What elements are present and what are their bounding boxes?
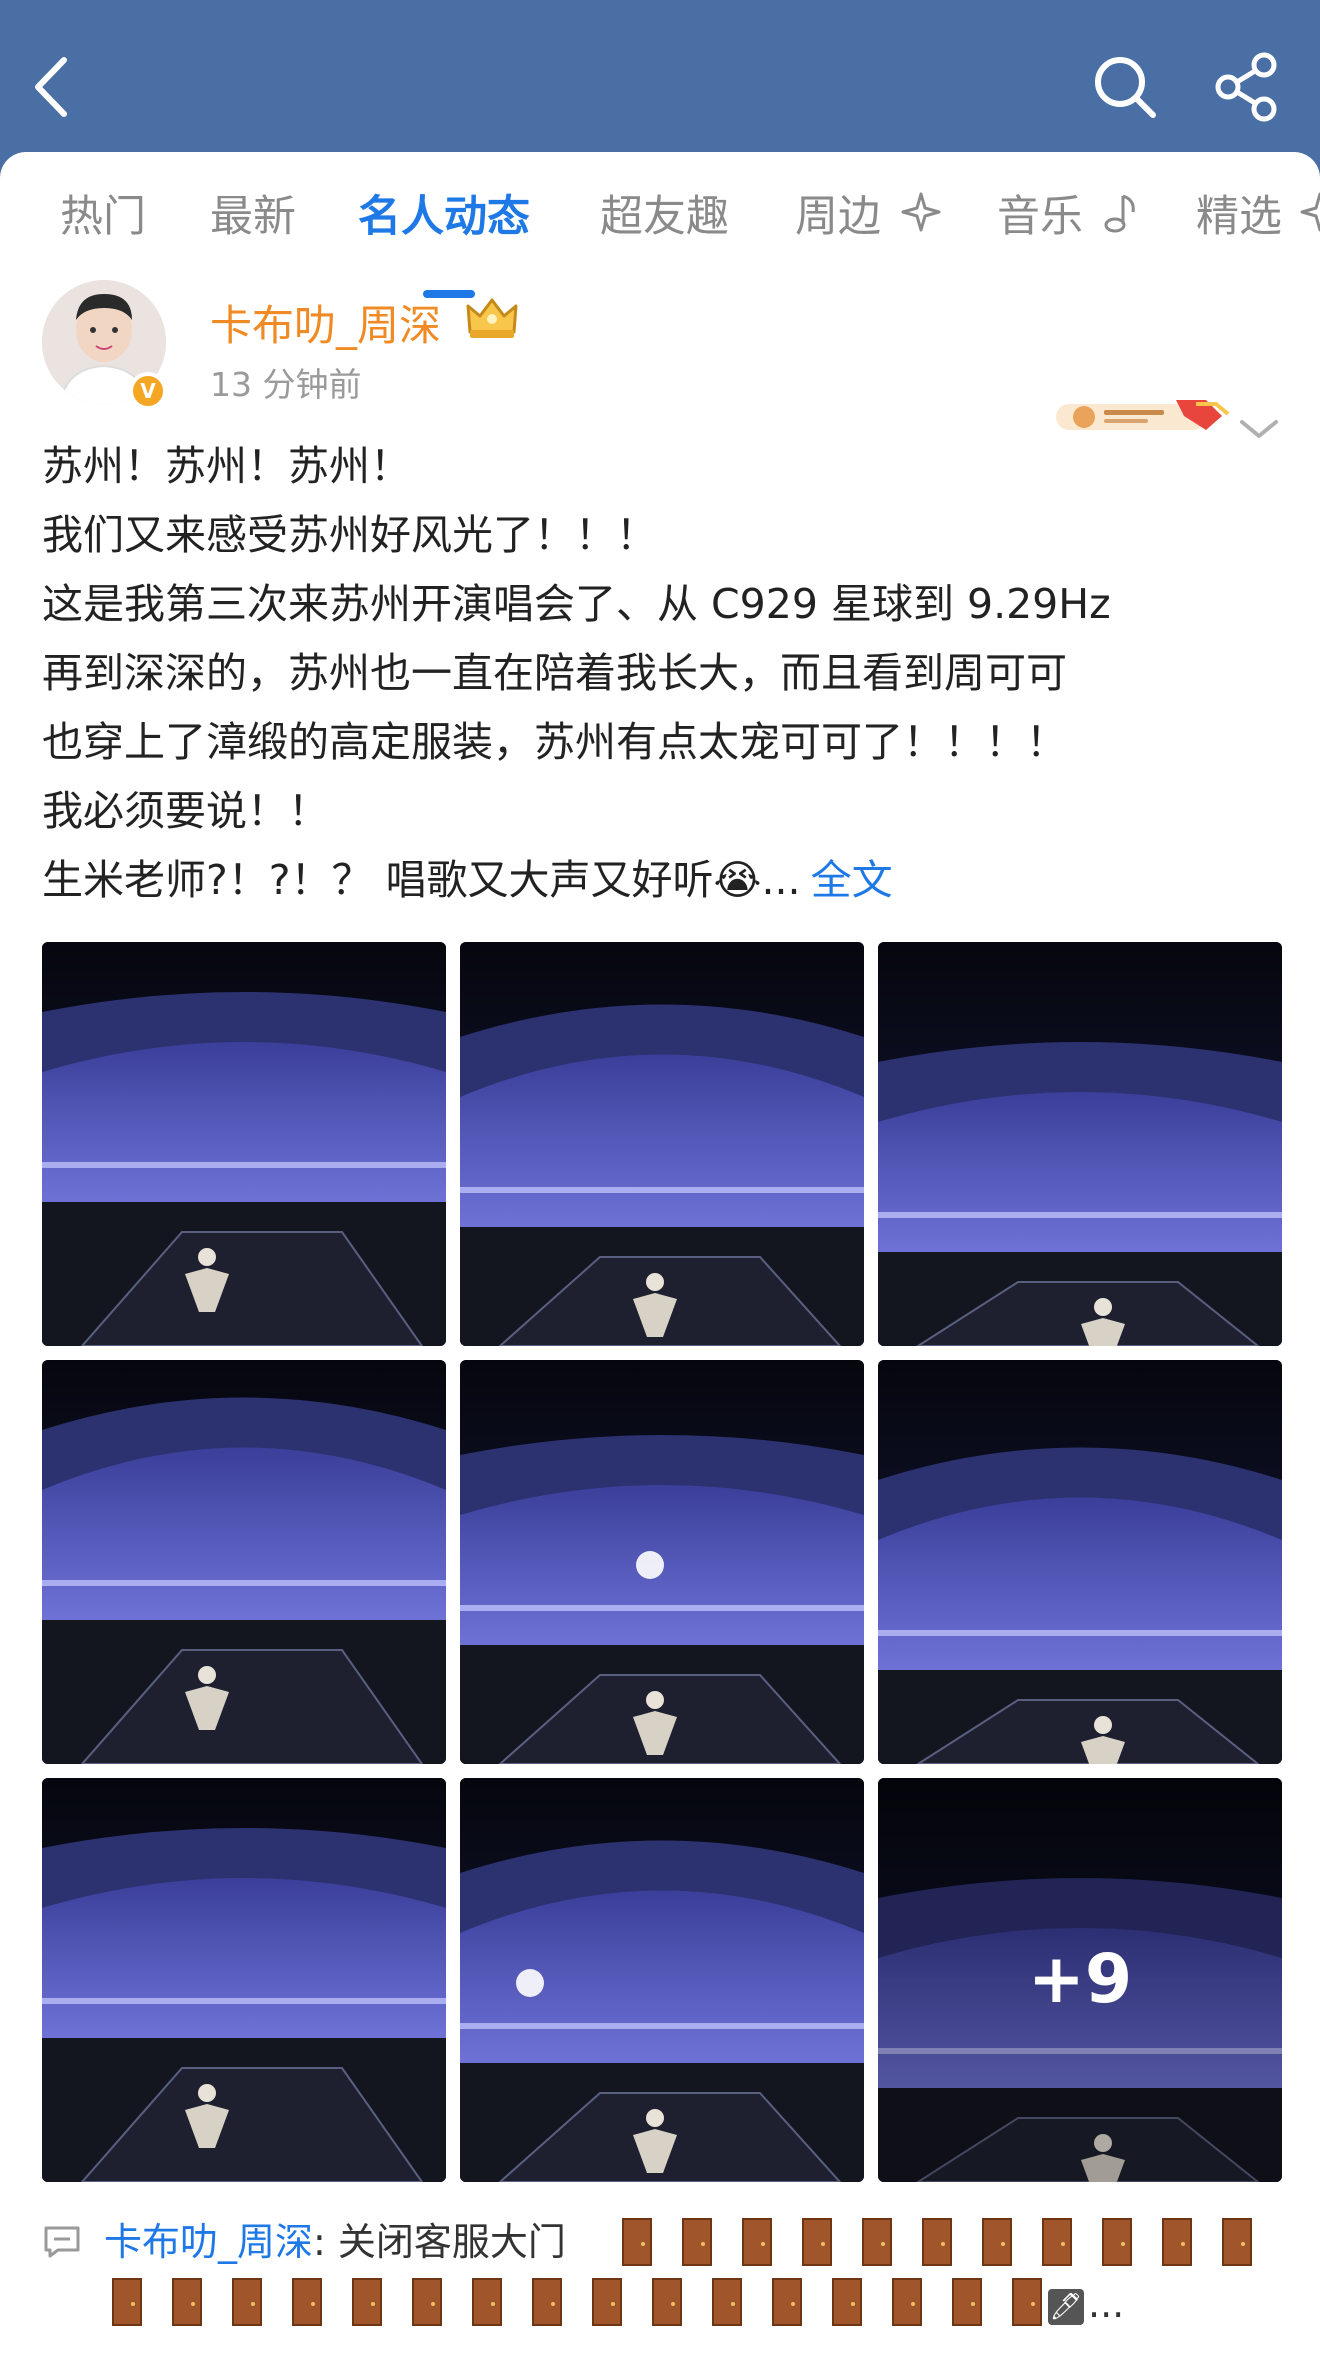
comment-ellipsis: ... xyxy=(1088,2282,1125,2326)
door-icon xyxy=(682,2218,712,2266)
sparkle-icon xyxy=(1300,185,1320,255)
comment-tail: 🖊... xyxy=(1048,2278,1124,2330)
comment-text: : 关闭客服大门 xyxy=(313,2220,566,2264)
door-icon xyxy=(1042,2218,1072,2266)
sparkle-icon xyxy=(899,185,943,255)
tab-hot[interactable]: 热门 xyxy=(60,182,146,252)
door-icon xyxy=(862,2218,892,2266)
door-icon xyxy=(472,2278,502,2326)
tab-merch-label: 周边 xyxy=(795,192,881,242)
image-grid: +9 xyxy=(42,942,1282,2187)
door-icon xyxy=(892,2278,922,2326)
door-icon xyxy=(922,2218,952,2266)
full-text-link[interactable]: 全文 xyxy=(811,856,893,904)
tab-featured[interactable]: 精选 xyxy=(1196,182,1320,252)
comment-line: 卡布叻_周深: 关闭客服大门 xyxy=(104,2212,566,2272)
top-navigation-bar xyxy=(0,0,1320,160)
comment-icon xyxy=(42,2224,82,2260)
post-text-line: 也穿上了漳缎的高定服装，苏州有点太宠可可了！！！！ xyxy=(42,718,1067,766)
door-icon xyxy=(982,2218,1012,2266)
concert-photo[interactable] xyxy=(878,1360,1282,1764)
door-icon xyxy=(112,2278,142,2326)
tab-bar: 热门 最新 名人动态 超友趣 周边 音乐 精选 xyxy=(0,182,1320,298)
comment-author[interactable]: 卡布叻_周深 xyxy=(104,2220,313,2264)
verified-badge: V xyxy=(129,372,167,410)
edit-badge: 🖊 xyxy=(1048,2288,1084,2325)
door-icon xyxy=(232,2278,262,2326)
concert-photo[interactable] xyxy=(460,1360,864,1764)
door-icon xyxy=(712,2278,742,2326)
door-icon xyxy=(1162,2218,1192,2266)
search-icon[interactable] xyxy=(1090,52,1160,122)
author-name[interactable]: 卡布叻_周深 xyxy=(210,292,441,353)
post-text-line: 我必须要说！！ xyxy=(42,787,329,835)
door-icon xyxy=(742,2218,772,2266)
door-icon xyxy=(352,2278,382,2326)
door-emoji-row xyxy=(622,2218,1282,2270)
tab-music-label: 音乐 xyxy=(997,192,1083,242)
post-text-line: 再到深深的，苏州也一直在陪着我长大，而且看到周可可 xyxy=(42,649,1067,697)
door-icon xyxy=(772,2278,802,2326)
door-icon xyxy=(1012,2278,1042,2326)
door-icon xyxy=(1102,2218,1132,2266)
door-icon xyxy=(622,2218,652,2266)
tab-latest[interactable]: 最新 xyxy=(210,182,296,252)
post-time: 13 分钟前 xyxy=(210,365,362,404)
fan-card-decoration-icon xyxy=(1056,396,1236,436)
concert-photo[interactable] xyxy=(460,1778,864,2182)
concert-photo[interactable] xyxy=(42,1360,446,1764)
door-icon xyxy=(172,2278,202,2326)
concert-photo[interactable] xyxy=(42,942,446,1346)
post-text-last-line: 生米老师?！?！？ 唱歌又大声又好听😭... 全文 xyxy=(42,846,1292,915)
chevron-left-icon[interactable] xyxy=(28,52,78,122)
tab-merch[interactable]: 周边 xyxy=(795,182,943,252)
ellipsis: ... xyxy=(761,856,801,904)
concert-photo[interactable] xyxy=(460,942,864,1346)
concert-photo[interactable]: +9 xyxy=(878,1778,1282,2182)
post-header: V 卡布叻_周深 13 分钟前 xyxy=(0,276,1320,438)
music-note-icon xyxy=(1101,185,1141,255)
crown-icon xyxy=(462,292,522,342)
feed-card: 热门 最新 名人动态 超友趣 周边 音乐 精选 V 卡布叻_周深 13 分钟前 … xyxy=(0,152,1320,2372)
door-icon xyxy=(532,2278,562,2326)
post-text-line: 苏州！苏州！苏州！ xyxy=(42,442,411,490)
door-icon xyxy=(592,2278,622,2326)
door-icon xyxy=(412,2278,442,2326)
share-icon[interactable] xyxy=(1210,50,1284,124)
post-text-line: 生米老师?！?！？ 唱歌又大声又好听😭 xyxy=(42,856,762,904)
concert-photo[interactable] xyxy=(878,942,1282,1346)
post-text-line: 我们又来感受苏州好风光了！！！ xyxy=(42,511,657,559)
door-icon xyxy=(952,2278,982,2326)
door-icon xyxy=(652,2278,682,2326)
comment-preview[interactable]: 卡布叻_周深: 关闭客服大门 🖊... xyxy=(42,2212,1292,2372)
post-text-line: 这是我第三次来苏州开演唱会了、从 C929 星球到 9.29Hz xyxy=(42,580,1111,628)
door-icon xyxy=(832,2278,862,2326)
concert-photo[interactable] xyxy=(42,1778,446,2182)
more-images-overlay[interactable]: +9 xyxy=(878,1778,1282,2182)
door-icon xyxy=(802,2218,832,2266)
tab-super-fun[interactable]: 超友趣 xyxy=(600,182,729,252)
tab-celebrity-news[interactable]: 名人动态 xyxy=(358,182,530,252)
post-body: 苏州！苏州！苏州！ 我们又来感受苏州好风光了！！！ 这是我第三次来苏州开演唱会了… xyxy=(42,432,1292,915)
page-title xyxy=(555,62,765,108)
door-icon xyxy=(1222,2218,1252,2266)
door-icon xyxy=(292,2278,322,2326)
door-emoji-row xyxy=(112,2278,1072,2330)
tab-music[interactable]: 音乐 xyxy=(997,182,1141,252)
tab-featured-label: 精选 xyxy=(1196,192,1282,242)
